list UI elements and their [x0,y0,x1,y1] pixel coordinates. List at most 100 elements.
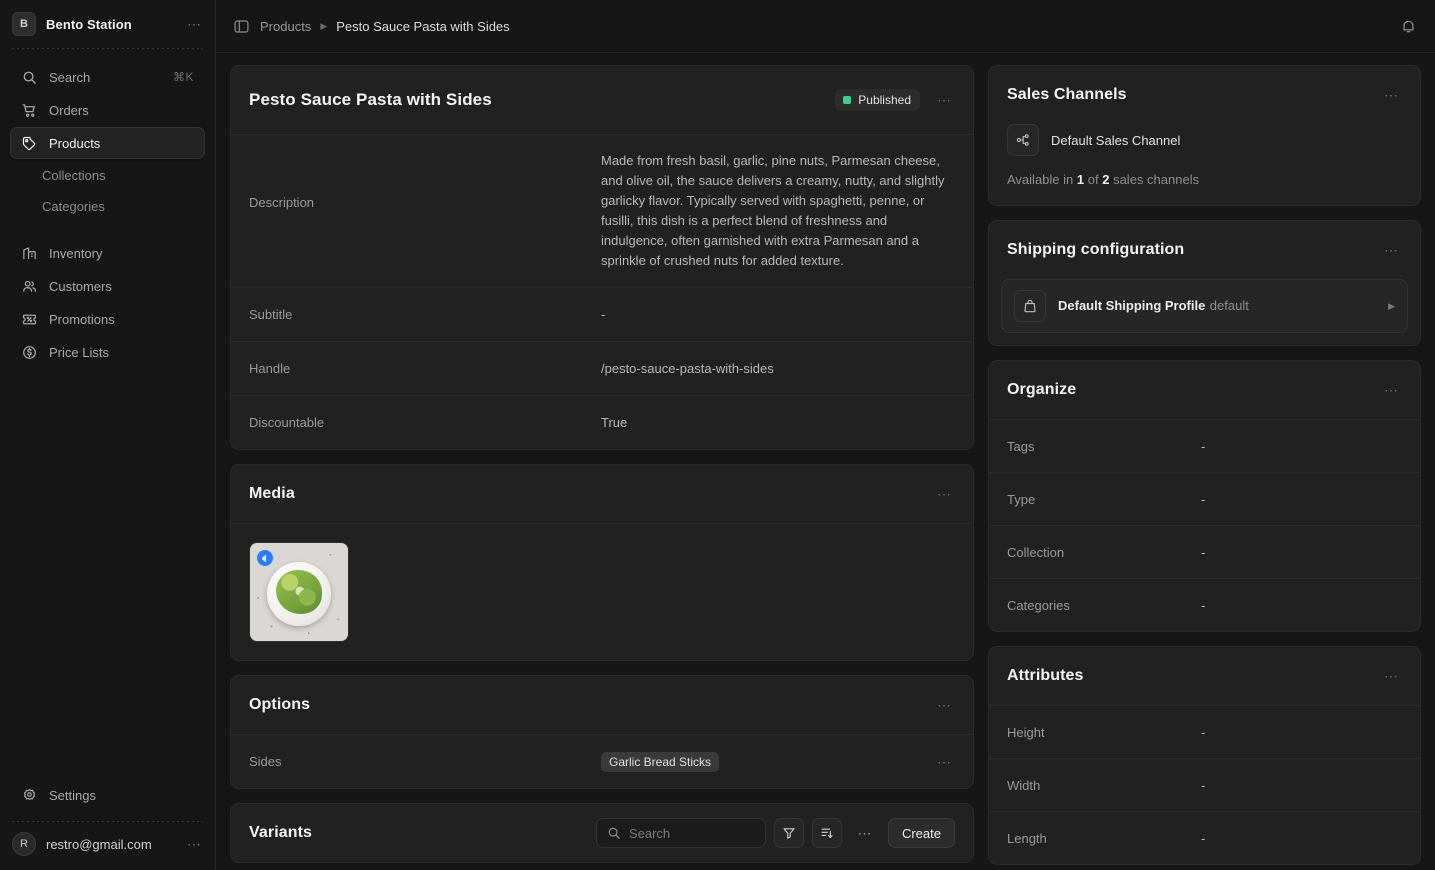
media-title: Media [249,485,295,502]
search-icon [21,69,37,85]
breadcrumb: Products ▶ Pesto Sauce Pasta with Sides [260,19,510,34]
field-value: - [601,307,606,322]
organize-value: - [1201,544,1206,560]
page-content: Pesto Sauce Pasta with Sides Published ⋯… [216,53,1435,870]
sidebar-item-label: Settings [49,787,96,803]
gear-icon [21,787,37,803]
variants-search[interactable] [595,818,766,848]
option-values: Garlic Bread Sticks [601,735,934,788]
attributes-title: Attributes [1007,667,1084,684]
sidebar-item-label: Promotions [49,311,115,327]
sales-channels-menu-button[interactable]: ⋯ [1381,86,1402,104]
search-input[interactable] [628,825,755,841]
dollar-circle-icon [21,344,37,360]
create-variant-button[interactable]: Create [887,818,955,848]
org-switcher[interactable]: B Bento Station ⋯ [0,0,215,48]
organize-value: - [1201,597,1206,613]
org-menu-button[interactable]: ⋯ [184,15,205,33]
organize-row-categories: Categories - [989,578,1420,631]
sidebar-item-categories[interactable]: Categories [10,191,205,221]
sidebar-item-orders[interactable]: Orders [10,94,205,126]
media-thumbnail[interactable] [249,542,349,642]
sidebar-settings-group: Settings [0,779,215,821]
media-card: Media ⋯ [230,464,974,661]
sales-channel-item[interactable]: Default Sales Channel [1007,124,1402,156]
sidebar-footer: Settings R restro@gmail.com ⋯ [0,779,215,870]
attributes-row-width: Width - [989,758,1420,811]
total-count: 2 [1102,172,1110,187]
sort-icon[interactable] [811,818,842,848]
bell-icon[interactable] [1399,17,1417,35]
organize-row-tags: Tags - [989,419,1420,472]
tag-icon [21,135,37,151]
attribute-value: - [1201,830,1206,846]
variants-card-header: Variants Search ⋯ Create [231,804,973,862]
options-menu-button[interactable]: ⋯ [934,696,955,714]
option-row-menu-button[interactable]: ⋯ [934,753,955,771]
thumbnail-pesto [276,570,322,614]
sidebar-item-label: Search [49,69,91,85]
options-card-header: Options ⋯ [231,676,973,734]
attributes-actions: ⋯ [1381,667,1402,685]
sales-channel-name: Default Sales Channel [1051,132,1181,148]
shipping-body: Default Shipping Profile default ▶ [989,279,1420,345]
sidebar-item-price-lists[interactable]: Price Lists [10,336,205,368]
user-menu[interactable]: R restro@gmail.com ⋯ [0,822,215,860]
sidebar-item-customers[interactable]: Customers [10,270,205,302]
variants-title: Variants [249,824,313,841]
organize-card: Organize ⋯ Tags - Type - Collection - Ca… [988,360,1421,632]
shipping-header: Shipping configuration ⋯ [989,221,1420,279]
status-dot-icon [843,96,852,104]
description-text: Made from fresh basil, garlic, pine nuts… [601,153,945,268]
organize-menu-button[interactable]: ⋯ [1381,381,1402,399]
product-card-header: Pesto Sauce Pasta with Sides Published ⋯ [231,66,973,134]
field-value: True [601,415,628,430]
filter-icon[interactable] [773,818,804,848]
organize-value: - [1201,438,1206,454]
options-header-actions: ⋯ [934,696,955,714]
organize-value: - [1201,491,1206,507]
breadcrumb-current: Pesto Sauce Pasta with Sides [336,18,510,34]
sidebar-item-settings[interactable]: Settings [10,779,205,811]
ticket-percent-icon [21,311,37,327]
sidebar-item-search[interactable]: Search ⌘K [10,61,205,93]
sidebar-item-promotions[interactable]: Promotions [10,303,205,335]
cart-icon [21,102,37,118]
product-menu-button[interactable]: ⋯ [934,91,955,109]
media-header-actions: ⋯ [934,485,955,503]
shipping-profile-item[interactable]: Default Shipping Profile default ▶ [1001,279,1408,333]
organize-actions: ⋯ [1381,381,1402,399]
attributes-menu-button[interactable]: ⋯ [1381,667,1402,685]
shipping-profile-text: Default Shipping Profile default [1058,297,1376,315]
organize-row-type: Type - [989,472,1420,525]
field-label: Description [249,195,315,210]
shipping-actions: ⋯ [1381,241,1402,259]
app-root: B Bento Station ⋯ Search ⌘K Orders Produ… [0,0,1435,870]
sidebar-item-collections[interactable]: Collections [10,160,205,190]
media-menu-button[interactable]: ⋯ [934,485,955,503]
sidebar-item-inventory[interactable]: Inventory [10,237,205,269]
chevron-right-icon: ▶ [1388,300,1395,311]
left-column: Pesto Sauce Pasta with Sides Published ⋯… [230,65,974,870]
attributes-header: Attributes ⋯ [989,647,1420,705]
user-email: restro@gmail.com [46,836,152,852]
search-shortcut: ⌘K [172,70,194,84]
product-general-card: Pesto Sauce Pasta with Sides Published ⋯… [230,65,974,450]
page-title: Pesto Sauce Pasta with Sides [249,90,492,109]
sales-channels-card: Sales Channels ⋯ Default Sales Channel A… [988,65,1421,206]
user-menu-button[interactable]: ⋯ [184,835,205,853]
sales-channels-actions: ⋯ [1381,86,1402,104]
organize-label: Tags [1007,438,1035,454]
sidebar-toggle-icon[interactable] [232,17,250,35]
organize-title: Organize [1007,381,1077,398]
variants-card: Variants Search ⋯ Create [230,803,974,863]
topbar-actions [1399,17,1417,35]
shipping-menu-button[interactable]: ⋯ [1381,241,1402,259]
sidebar-item-label: Products [49,135,101,151]
sidebar-item-products[interactable]: Products [10,127,205,159]
variants-menu-button[interactable]: ⋯ [850,818,880,848]
breadcrumb-products[interactable]: Products [260,19,311,34]
bag-icon [1014,290,1046,322]
warehouse-icon [21,245,37,261]
